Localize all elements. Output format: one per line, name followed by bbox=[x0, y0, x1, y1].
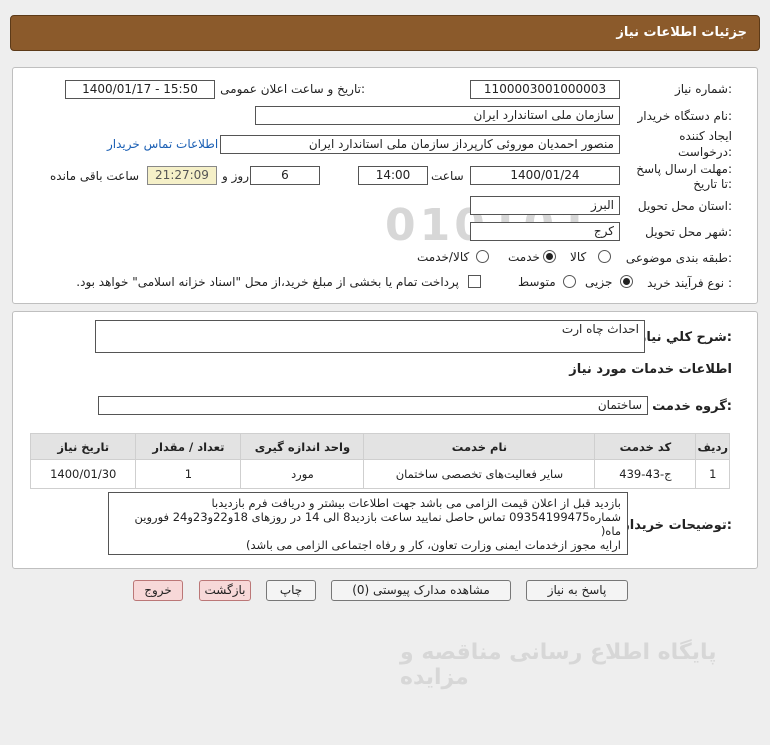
need-info-panel bbox=[12, 67, 758, 304]
city-label: شهر محل تحویل: bbox=[645, 225, 732, 239]
page-title: جزئیات اطلاعات نیاز bbox=[616, 25, 747, 40]
creator-label-2: درخواست: bbox=[678, 145, 732, 159]
buyer-notes-line-1: بازدید قبل از اعلان قیمت الزامی می باشد … bbox=[211, 496, 621, 510]
days-label: روز و bbox=[222, 169, 249, 183]
announce-label: تاریخ و ساعت اعلان عمومی: bbox=[220, 82, 365, 96]
remaining-label: ساعت باقی مانده bbox=[50, 169, 140, 183]
cell-unit: مورد bbox=[240, 459, 365, 489]
buyer-label: نام دستگاه خریدار: bbox=[637, 109, 733, 123]
buyer-notes-box: بازدید قبل از اعلان قیمت الزامی می باشد … bbox=[108, 492, 628, 555]
cell-need-date: 1400/01/30 bbox=[29, 459, 137, 489]
buyer-contact-link[interactable]: اطلاعات تماس خریدار bbox=[107, 137, 218, 151]
deadline-label-2: تا تاریخ: bbox=[693, 177, 732, 191]
summary-field: احداث چاه ارت bbox=[95, 320, 645, 353]
page-header: جزئیات اطلاعات نیاز bbox=[10, 15, 760, 51]
deadline-label-1: مهلت ارسال پاسخ: bbox=[636, 162, 732, 176]
service-group-label: گروه خدمت: bbox=[652, 399, 732, 414]
announce-field: 1400/01/17 - 15:50 bbox=[65, 80, 215, 99]
category-radio-goods[interactable] bbox=[598, 250, 611, 263]
payment-note: پرداخت تمام یا بخشی از مبلغ خرید،از محل … bbox=[76, 275, 459, 289]
treasury-payment-checkbox[interactable] bbox=[468, 275, 481, 288]
col-quantity: تعداد / مقدار bbox=[135, 433, 242, 460]
creator-field: منصور احمدیان موروئی کارپرداز سازمان ملی… bbox=[220, 135, 620, 154]
creator-label-1: ایجاد کننده bbox=[679, 129, 732, 143]
summary-label: شرح کلي نياز: bbox=[638, 330, 732, 345]
buyer-notes-label: توضیحات خریدار: bbox=[622, 518, 732, 533]
days-field: 6 bbox=[250, 166, 320, 185]
col-unit: واحد اندازه گیری bbox=[240, 433, 365, 460]
process-radio-minor[interactable] bbox=[620, 275, 633, 288]
reply-button[interactable]: پاسخ به نیاز bbox=[526, 580, 628, 601]
process-option-minor: جزیی bbox=[585, 275, 613, 289]
process-option-medium: متوسط bbox=[518, 275, 556, 289]
exit-button[interactable]: خروج bbox=[133, 580, 183, 601]
remaining-timer: 21:27:09 bbox=[147, 166, 217, 185]
back-button[interactable]: بازگشت bbox=[199, 580, 251, 601]
col-row: ردیف bbox=[695, 433, 730, 460]
buyer-notes-line-3: ارایه مجوز ازخدمات ایمنی وزارت تعاون، کا… bbox=[245, 538, 621, 552]
province-field: البرز bbox=[470, 196, 620, 215]
need-number-label: شماره نیاز: bbox=[674, 82, 732, 96]
col-service-name: نام خدمت bbox=[363, 433, 596, 460]
category-radio-service[interactable] bbox=[543, 250, 556, 263]
province-label: استان محل تحویل: bbox=[637, 199, 732, 213]
cell-service-name: سایر فعالیت‌های تخصصی ساختمان bbox=[363, 459, 596, 489]
table-header-row: ردیف کد خدمت نام خدمت واحد اندازه گیری ت… bbox=[29, 433, 730, 460]
buyer-field: سازمان ملی استاندارد ایران bbox=[255, 106, 620, 125]
need-number-field: 1100003001000003 bbox=[470, 80, 620, 99]
cell-quantity: 1 bbox=[135, 459, 242, 489]
category-label: طبقه بندی موضوعی: bbox=[625, 251, 732, 265]
table-row: 1 ج-43-439 سایر فعالیت‌های تخصصی ساختمان… bbox=[29, 459, 730, 489]
category-option-goods-service: کالا/خدمت bbox=[417, 250, 470, 264]
buyer-notes-line-2: شماره09354199475 تماس حاصل نمایید ساعت ب… bbox=[134, 510, 621, 538]
service-group-field: ساختمان bbox=[98, 396, 648, 415]
watermark-line2: پایگاه اطلاع رسانی مناقصه و مزایده bbox=[400, 640, 717, 690]
col-need-date: تاریخ نیاز bbox=[29, 433, 137, 460]
services-table: ردیف کد خدمت نام خدمت واحد اندازه گیری ت… bbox=[29, 433, 730, 489]
print-button[interactable]: چاپ bbox=[266, 580, 316, 601]
category-option-goods: کالا bbox=[570, 250, 587, 264]
process-label: نوع فرآیند خرید : bbox=[647, 276, 732, 290]
cell-row: 1 bbox=[695, 459, 730, 489]
city-field: کرج bbox=[470, 222, 620, 241]
category-option-service: خدمت bbox=[508, 250, 540, 264]
cell-service-code: ج-43-439 bbox=[594, 459, 697, 489]
services-title: اطلاعات خدمات مورد نیاز bbox=[569, 362, 732, 377]
category-radio-goods-service[interactable] bbox=[476, 250, 489, 263]
deadline-time-field: 14:00 bbox=[358, 166, 428, 185]
process-radio-medium[interactable] bbox=[563, 275, 576, 288]
col-service-code: کد خدمت bbox=[594, 433, 697, 460]
deadline-time-label: ساعت bbox=[431, 169, 464, 183]
attachments-button[interactable]: مشاهده مدارک پیوستی (0) bbox=[331, 580, 511, 601]
deadline-date-field: 1400/01/24 bbox=[470, 166, 620, 185]
